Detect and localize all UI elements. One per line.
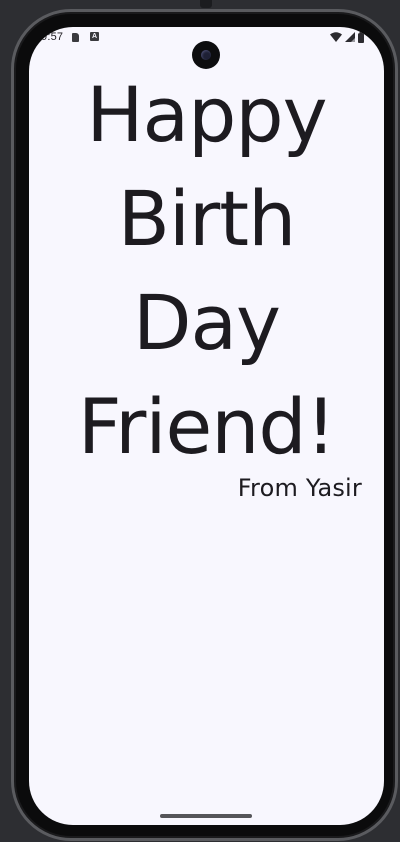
- greeting-line: Friend!: [77, 382, 336, 471]
- greeting-line: Happy: [86, 70, 327, 159]
- greeting-line: Birth: [117, 174, 296, 263]
- wifi-icon: [330, 32, 342, 42]
- greeting-line: Day: [132, 278, 281, 367]
- sd-card-icon: [72, 33, 79, 42]
- greeting-text: Happy Birth Day Friend!: [29, 63, 384, 479]
- emulator-stage: 9:57 A Happy Birth Day Friend! From Yasi…: [0, 0, 400, 842]
- accessibility-a-icon: A: [90, 32, 99, 41]
- battery-icon: [358, 31, 364, 43]
- cell-signal-icon: [345, 32, 355, 42]
- status-time: 9:57: [41, 31, 64, 43]
- home-gesture-bar[interactable]: [160, 814, 252, 818]
- signature-text: From Yasir: [237, 474, 362, 502]
- camera-lens: [201, 50, 211, 60]
- status-icons: [330, 31, 364, 43]
- phone-screen: 9:57 A Happy Birth Day Friend! From Yasi…: [29, 27, 384, 825]
- power-button[interactable]: [200, 0, 212, 8]
